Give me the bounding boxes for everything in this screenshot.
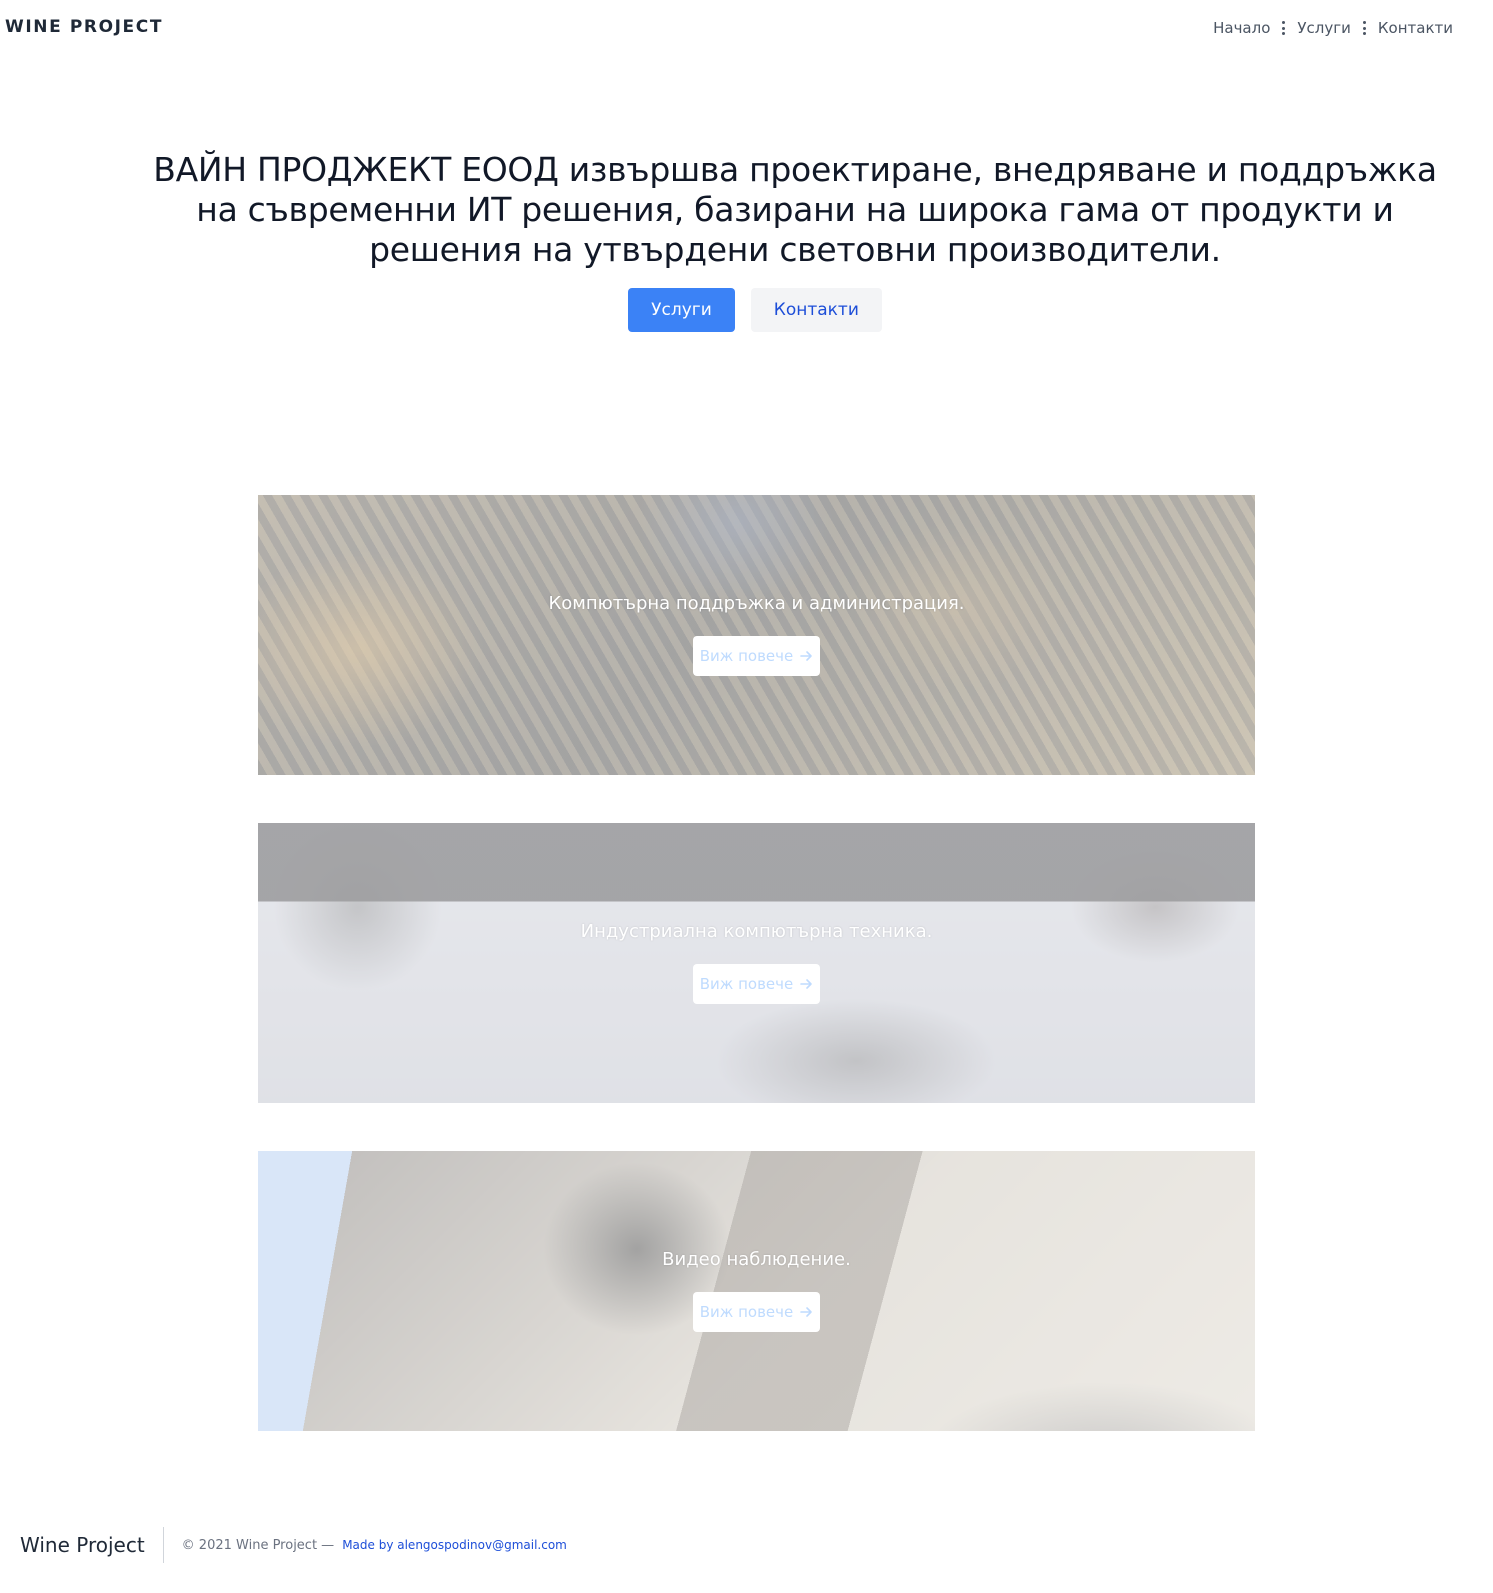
service-card-content: Видео наблюдение. Виж повече	[258, 1249, 1255, 1332]
nav-home-link[interactable]: Начало	[1213, 19, 1270, 37]
footer-divider	[162, 1527, 164, 1563]
service-card-title: Индустриална компютърна техника.	[580, 921, 933, 942]
nav-contacts-link[interactable]: Контакти	[1378, 19, 1453, 37]
hero-title: ВАЙН ПРОДЖЕКТ ЕООД извършва проектиране,…	[153, 150, 1437, 269]
service-card-content: Индустриална компютърна техника. Виж пов…	[258, 921, 1255, 1004]
arrow-right-icon	[800, 979, 813, 989]
arrow-right-icon	[800, 651, 813, 661]
service-card-title: Компютърна поддръжка и администрация.	[548, 593, 965, 614]
arrow-right-icon	[800, 1307, 813, 1317]
author-email-link[interactable]: Made by alengospodinov@gmail.com	[342, 1538, 567, 1552]
main-nav: Начало Услуги Контакти	[1213, 19, 1453, 37]
vertical-dots-icon	[1362, 21, 1366, 35]
service-card-video-surveillance: Видео наблюдение. Виж повече	[258, 1151, 1255, 1431]
hero-actions: Услуги Контакти	[0, 288, 1493, 332]
see-more-button[interactable]: Виж повече	[693, 1292, 820, 1332]
nav-services-link[interactable]: Услуги	[1297, 19, 1350, 37]
service-card-content: Компютърна поддръжка и администрация. Ви…	[258, 593, 1255, 676]
footer-copyright: © 2021 Wine Project —	[181, 1537, 335, 1553]
site-header: WINE PROJECT Начало Услуги Контакти	[0, 0, 1493, 56]
service-card-computer-support: Компютърна поддръжка и администрация. Ви…	[258, 495, 1255, 775]
service-card-title: Видео наблюдение.	[662, 1249, 851, 1270]
hero-section: ВАЙН ПРОДЖЕКТ ЕООД извършва проектиране,…	[130, 150, 1460, 270]
service-card-industrial: Индустриална компютърна техника. Виж пов…	[258, 823, 1255, 1103]
site-footer: Wine Project © 2021 Wine Project — Made …	[0, 1525, 1493, 1565]
contacts-button[interactable]: Контакти	[750, 288, 882, 332]
see-more-button[interactable]: Виж повече	[693, 636, 820, 676]
see-more-label: Виж повече	[699, 975, 794, 993]
footer-brand[interactable]: Wine Project	[20, 1533, 163, 1557]
site-brand[interactable]: WINE PROJECT	[5, 17, 163, 37]
see-more-label: Виж повече	[699, 1303, 794, 1321]
services-button[interactable]: Услуги	[628, 288, 735, 332]
see-more-label: Виж повече	[699, 647, 794, 665]
vertical-dots-icon	[1282, 21, 1286, 35]
see-more-button[interactable]: Виж повече	[693, 964, 820, 1004]
